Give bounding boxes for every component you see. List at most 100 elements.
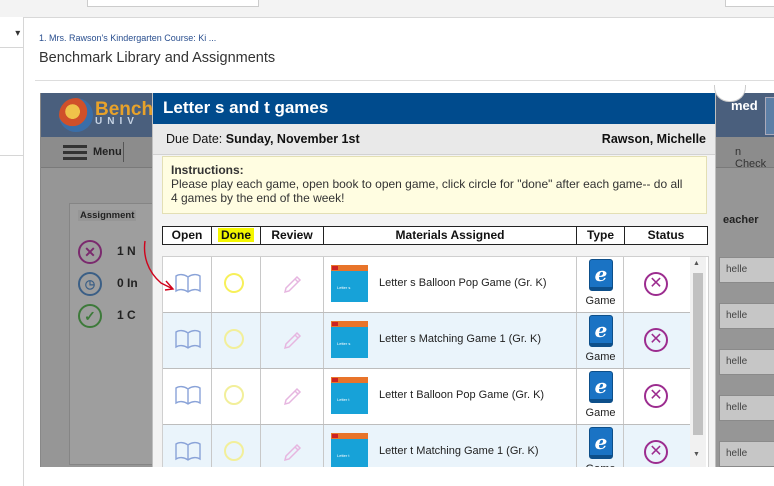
teacher-button[interactable]: helle xyxy=(719,349,774,375)
assignments-label: Assignment xyxy=(78,210,137,221)
open-cell xyxy=(163,313,212,368)
ebook-icon: e xyxy=(589,259,613,291)
hamburger-icon[interactable] xyxy=(63,145,87,160)
col-done-label: Done xyxy=(218,228,254,242)
scroll-down-icon[interactable]: ▼ xyxy=(693,451,700,458)
material-title[interactable]: Letter s Matching Game 1 (Gr. K) xyxy=(379,333,541,345)
material-thumbnail[interactable]: Letter t xyxy=(331,377,368,414)
due-date: Due Date: Sunday, November 1st xyxy=(166,132,360,146)
top-bar xyxy=(0,0,774,18)
open-book-icon[interactable] xyxy=(175,329,201,349)
material-thumbnail[interactable]: Letter s xyxy=(331,265,368,302)
due-bar: Due Date: Sunday, November 1st Rawson, M… xyxy=(153,124,715,155)
ebook-icon: e xyxy=(589,427,613,459)
globe-logo-icon xyxy=(59,98,93,132)
open-book-icon[interactable] xyxy=(175,441,201,461)
menu-label[interactable]: Menu xyxy=(93,146,122,158)
divider xyxy=(35,80,774,81)
done-circle[interactable] xyxy=(224,441,244,461)
status-count: 1 N xyxy=(117,244,136,258)
table-header: Open Done Review Materials Assigned Type… xyxy=(162,226,708,245)
table-row: Letter s Letter s Balloon Pop Game (Gr. … xyxy=(163,257,691,313)
status-count: 1 C xyxy=(117,308,136,322)
pencil-icon xyxy=(283,387,302,406)
ebook-icon: e xyxy=(589,315,613,347)
instructions-title: Instructions: xyxy=(171,163,244,177)
type-cell: e Game xyxy=(577,369,624,424)
pencil-icon xyxy=(283,275,302,294)
annotation-arrow-icon xyxy=(143,240,175,291)
modal-title: Letter s and t games xyxy=(163,98,329,117)
instructions-text: Please play each game, open book to open… xyxy=(171,177,683,205)
teacher-button[interactable]: helle xyxy=(719,441,774,467)
col-review: Review xyxy=(261,227,324,244)
header-thumbnail xyxy=(765,97,774,135)
teacher-button[interactable]: helle xyxy=(719,303,774,329)
pencil-icon xyxy=(283,331,302,350)
thumbnail-text: Letter t xyxy=(337,453,350,458)
material-title[interactable]: Letter t Matching Game 1 (Gr. K) xyxy=(379,445,539,457)
x-circle-icon: ✕ xyxy=(78,240,102,264)
material-thumbnail[interactable]: Letter s xyxy=(331,321,368,358)
x-circle-icon: ✕ xyxy=(644,272,668,296)
type-cell: e Game xyxy=(577,425,624,467)
check-link[interactable]: n Check xyxy=(735,146,774,170)
done-cell xyxy=(212,313,261,368)
bottom-strip xyxy=(40,467,774,486)
instructions-box: Instructions: Please play each game, ope… xyxy=(162,156,707,214)
done-cell xyxy=(212,257,261,312)
page-title: Benchmark Library and Assignments xyxy=(39,50,276,66)
type-label: Game xyxy=(585,407,616,419)
open-book-icon[interactable] xyxy=(175,385,201,405)
thumbnail-text: Letter s xyxy=(337,341,351,346)
col-type: Type xyxy=(577,227,625,244)
modal-header: Letter s and t games xyxy=(153,93,715,124)
top-search-field[interactable] xyxy=(87,0,259,7)
status-count: 0 In xyxy=(117,276,138,290)
assignment-modal: Letter s and t games Due Date: Sunday, N… xyxy=(152,93,716,468)
due-label: Due Date: xyxy=(166,132,223,146)
table-row: Letter t Letter t Matching Game 1 (Gr. K… xyxy=(163,425,691,467)
done-circle[interactable] xyxy=(224,329,244,349)
material-thumbnail[interactable]: Letter t xyxy=(331,433,368,467)
material-cell: Letter s Letter s Balloon Pop Game (Gr. … xyxy=(324,257,577,312)
scrollbar-thumb[interactable] xyxy=(693,273,703,435)
material-title[interactable]: Letter s Balloon Pop Game (Gr. K) xyxy=(379,277,547,289)
menu-separator xyxy=(123,142,124,162)
teacher-button[interactable]: helle xyxy=(719,395,774,421)
modal-body: Instructions: Please play each game, ope… xyxy=(153,155,715,467)
table-row: Letter t Letter t Balloon Pop Game (Gr. … xyxy=(163,369,691,425)
open-cell xyxy=(163,425,212,467)
teacher-column-label: eacher xyxy=(723,214,759,226)
type-label: Game xyxy=(585,295,616,307)
teacher-button[interactable]: helle xyxy=(719,257,774,283)
review-cell xyxy=(261,313,324,368)
type-cell: e Game xyxy=(577,313,624,368)
status-cell: ✕ xyxy=(624,369,691,424)
material-title[interactable]: Letter t Balloon Pop Game (Gr. K) xyxy=(379,389,544,401)
review-cell xyxy=(261,257,324,312)
due-date-value: Sunday, November 1st xyxy=(225,132,360,146)
thumbnail-text: Letter t xyxy=(337,397,350,402)
col-status: Status xyxy=(647,228,685,242)
col-materials: Materials Assigned xyxy=(324,227,577,244)
table-scrollbar[interactable]: ▲ ▼ xyxy=(690,257,706,467)
breadcrumb[interactable]: 1. Mrs. Rawson's Kindergarten Course: Ki… xyxy=(39,33,216,43)
chevron-down-icon[interactable]: ▾ xyxy=(0,21,23,48)
done-cell xyxy=(212,425,261,467)
table-row: Letter s Letter s Matching Game 1 (Gr. K… xyxy=(163,313,691,369)
check-circle-icon: ✓ xyxy=(78,304,102,328)
top-right-field[interactable] xyxy=(725,0,774,7)
left-rail xyxy=(0,17,24,486)
material-cell: Letter s Letter s Matching Game 1 (Gr. K… xyxy=(324,313,577,368)
done-circle[interactable] xyxy=(221,270,247,296)
thumbnail-text: Letter s xyxy=(337,285,351,290)
type-cell: e Game xyxy=(577,257,624,312)
scroll-up-icon[interactable]: ▲ xyxy=(693,260,700,267)
status-cell: ✕ xyxy=(624,425,691,467)
col-done: Done xyxy=(212,227,261,244)
clock-icon: ◷ xyxy=(78,272,102,296)
done-circle[interactable] xyxy=(224,385,244,405)
materials-table[interactable]: Letter s Letter s Balloon Pop Game (Gr. … xyxy=(162,256,709,467)
status-cell: ✕ xyxy=(624,313,691,368)
